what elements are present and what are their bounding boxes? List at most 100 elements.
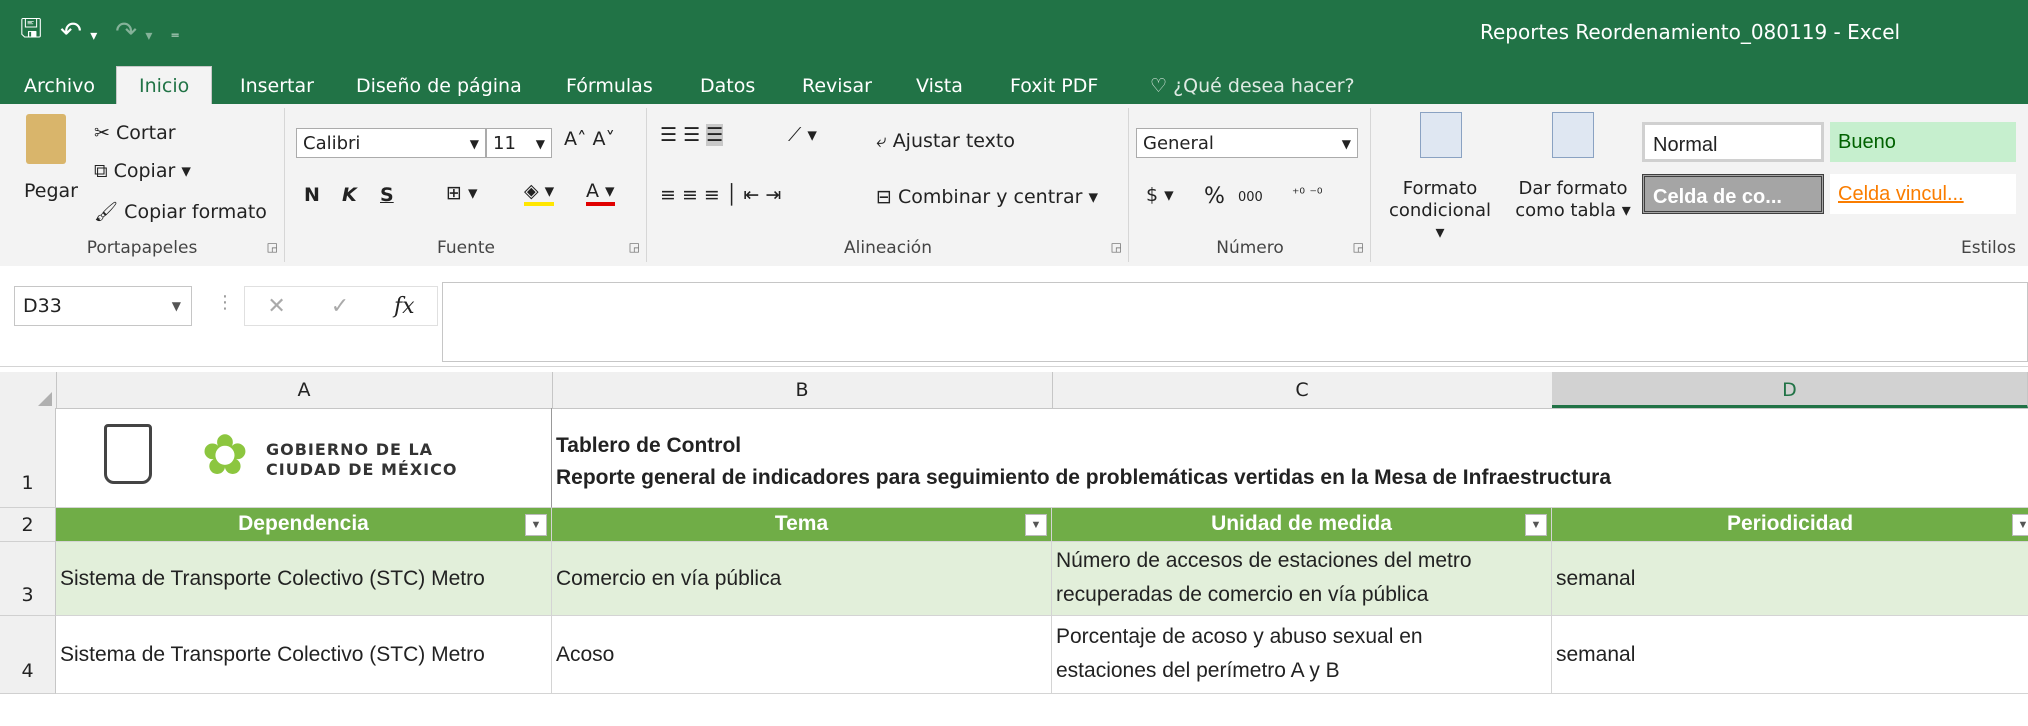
tab-inicio[interactable]: Inicio — [116, 66, 213, 105]
style-linked-cell[interactable]: Celda vincul... — [1830, 174, 2016, 214]
cell-c3-line2: recuperadas de comercio en vía pública — [1056, 583, 1429, 606]
tab-diseno[interactable]: Diseño de página — [356, 68, 522, 104]
header-unidad[interactable]: Unidad de medida ▼ — [1052, 508, 1552, 542]
cancel-icon[interactable]: ✕ — [267, 294, 285, 319]
column-header-d[interactable]: D — [1552, 372, 2028, 408]
tab-archivo[interactable]: Archivo — [24, 68, 95, 104]
cell-a1[interactable]: ✿ GOBIERNO DE LA CIUDAD DE MÉXICO — [56, 408, 552, 508]
paste-button[interactable]: Pegar — [24, 180, 78, 202]
row-header-1[interactable]: 1 — [0, 408, 56, 508]
header-dependencia[interactable]: Dependencia ▼ — [56, 508, 552, 542]
logo-line-1: GOBIERNO DE LA — [266, 440, 434, 459]
vertical-align-icons[interactable]: ☰ ☰ ☰ — [660, 124, 724, 146]
dialog-launcher-icon[interactable]: ◲ — [629, 240, 640, 254]
number-format-select[interactable]: General ▼ — [1136, 128, 1358, 158]
thousands-button[interactable]: 000 — [1238, 190, 1263, 205]
filter-dropdown-icon[interactable]: ▼ — [2012, 514, 2028, 536]
currency-label: $ — [1146, 184, 1159, 206]
cell-d4[interactable]: semanal — [1552, 616, 2028, 694]
column-header-a[interactable]: A — [56, 372, 553, 408]
filter-dropdown-icon[interactable]: ▼ — [1025, 514, 1047, 536]
cell-b4[interactable]: Acoso — [552, 616, 1052, 694]
horizontal-align-icons[interactable]: ≡ ≡ ≡ │ ⇤ ⇥ — [660, 184, 781, 206]
window-title: Reportes Reordenamiento_080119 - Excel — [1480, 20, 1901, 44]
conditional-format-button[interactable]: Formato condicional ▾ — [1382, 178, 1498, 244]
select-all-corner[interactable] — [0, 372, 57, 408]
wrap-text-button[interactable]: ⤶ Ajustar texto — [876, 130, 1015, 152]
font-size-select[interactable]: 11 ▼ — [486, 128, 552, 158]
tab-insertar[interactable]: Insertar — [240, 68, 314, 104]
enter-icon[interactable]: ✓ — [331, 294, 349, 319]
cell-c4[interactable]: Porcentaje de acoso y abuso sexual en es… — [1052, 616, 1552, 694]
tab-vista[interactable]: Vista — [916, 68, 963, 104]
dialog-launcher-icon[interactable]: ◲ — [267, 240, 278, 254]
header-periodicidad[interactable]: Periodicidad ▼ — [1552, 508, 2028, 542]
format-painter-button[interactable]: 🖌 Copiar formato — [94, 200, 267, 223]
percent-button[interactable]: % — [1204, 184, 1225, 209]
group-alignment: ☰ ☰ ☰ ⟋ ▾ ⤶ Ajustar texto ≡ ≡ ≡ │ ⇤ ⇥ ⊟ … — [648, 108, 1129, 262]
wrap-icon: ⤶ — [876, 130, 893, 152]
font-color-icon[interactable]: A ▾ — [586, 180, 615, 206]
column-header-b[interactable]: B — [552, 372, 1053, 408]
cut-label: Cortar — [115, 122, 176, 144]
tab-datos[interactable]: Datos — [700, 68, 755, 104]
copy-button[interactable]: ⧉ Copiar ▾ — [94, 160, 191, 182]
filter-dropdown-icon[interactable]: ▼ — [1525, 514, 1547, 536]
decimal-icons[interactable]: ⁺⁰ ⁻⁰ — [1292, 186, 1322, 202]
merge-center-button[interactable]: ⊟ Combinar y centrar ▾ — [876, 186, 1098, 208]
row-header-2[interactable]: 2 — [0, 508, 56, 542]
dialog-launcher-icon[interactable]: ◲ — [1111, 240, 1122, 254]
cell-c3[interactable]: Número de accesos de estaciones del metr… — [1052, 542, 1552, 616]
header-periodicidad-label: Periodicidad — [1726, 512, 1854, 535]
copy-label: Copiar — [113, 160, 176, 182]
function-icon[interactable]: fx — [394, 294, 415, 319]
undo-icon[interactable]: ↶ ▾ — [60, 17, 97, 47]
row-header-4[interactable]: 4 — [0, 616, 56, 694]
cell-d3[interactable]: semanal — [1552, 542, 2028, 616]
header-tema[interactable]: Tema ▼ — [552, 508, 1052, 542]
save-icon[interactable]: 🖫 — [20, 10, 42, 54]
font-name-select[interactable]: Calibri ▼ — [296, 128, 486, 158]
cond-format-line1: Formato — [1402, 178, 1478, 199]
format-as-table-button[interactable]: Dar formato como tabla ▾ — [1508, 178, 1638, 222]
logo-line-2: CIUDAD DE MÉXICO — [266, 460, 458, 479]
tab-revisar[interactable]: Revisar — [802, 68, 872, 104]
cdmx-logo-icon: ✿ — [201, 423, 249, 486]
merge-label: Combinar y centrar — [897, 186, 1083, 208]
cell-b1-title[interactable]: Tablero de Control Reporte general de in… — [552, 408, 2028, 508]
fill-color-icon[interactable]: ◈ ▾ — [524, 180, 555, 206]
borders-icon[interactable]: ⊞ ▾ — [446, 182, 478, 204]
customize-icon[interactable]: ₌ — [170, 22, 180, 43]
ribbon: Pegar ✂ Cortar ⧉ Copiar ▾ 🖌 Copiar forma… — [0, 104, 2028, 267]
formula-bar-area: D33 ▼ ⋮ ✕ ✓ fx — [0, 266, 2028, 367]
wrap-label: Ajustar texto — [892, 130, 1015, 152]
grow-font-icon[interactable]: A˄ A˅ — [564, 128, 615, 150]
quick-access-toolbar: 🖫 ↶ ▾ ↷ ▾ ₌ — [20, 10, 180, 54]
underline-button[interactable]: S — [380, 184, 394, 206]
orientation-icon[interactable]: ⟋ ▾ — [788, 124, 817, 146]
redo-icon[interactable]: ↷ ▾ — [115, 17, 152, 47]
style-normal[interactable]: Normal — [1642, 122, 1824, 162]
row-header-3[interactable]: 3 — [0, 542, 56, 616]
government-logo-text: GOBIERNO DE LA CIUDAD DE MÉXICO — [266, 440, 457, 480]
cell-a4[interactable]: Sistema de Transporte Colectivo (STC) Me… — [56, 616, 552, 694]
as-table-line1: Dar formato — [1518, 178, 1628, 199]
cond-format-line2: condicional — [1388, 200, 1492, 221]
dialog-launcher-icon[interactable]: ◲ — [1353, 240, 1364, 254]
tab-foxit[interactable]: Foxit PDF — [1010, 68, 1098, 104]
style-check-cell[interactable]: Celda de co... — [1642, 174, 1824, 214]
column-header-c[interactable]: C — [1052, 372, 1553, 408]
cut-button[interactable]: ✂ Cortar — [94, 122, 176, 144]
filter-dropdown-icon[interactable]: ▼ — [525, 514, 547, 536]
tell-me-box[interactable]: ♡ ¿Qué desea hacer? — [1150, 68, 1355, 104]
group-clipboard: Pegar ✂ Cortar ⧉ Copiar ▾ 🖌 Copiar forma… — [0, 108, 285, 262]
italic-button[interactable]: K — [342, 184, 357, 206]
tab-formulas[interactable]: Fórmulas — [566, 68, 653, 104]
style-good[interactable]: Bueno — [1830, 122, 2016, 162]
name-box[interactable]: D33 ▼ — [14, 286, 192, 326]
currency-button[interactable]: $ ▾ — [1146, 184, 1174, 206]
formula-input[interactable] — [442, 282, 2028, 362]
cell-b3[interactable]: Comercio en vía pública — [552, 542, 1052, 616]
bold-button[interactable]: N — [304, 184, 320, 206]
cell-a3[interactable]: Sistema de Transporte Colectivo (STC) Me… — [56, 542, 552, 616]
